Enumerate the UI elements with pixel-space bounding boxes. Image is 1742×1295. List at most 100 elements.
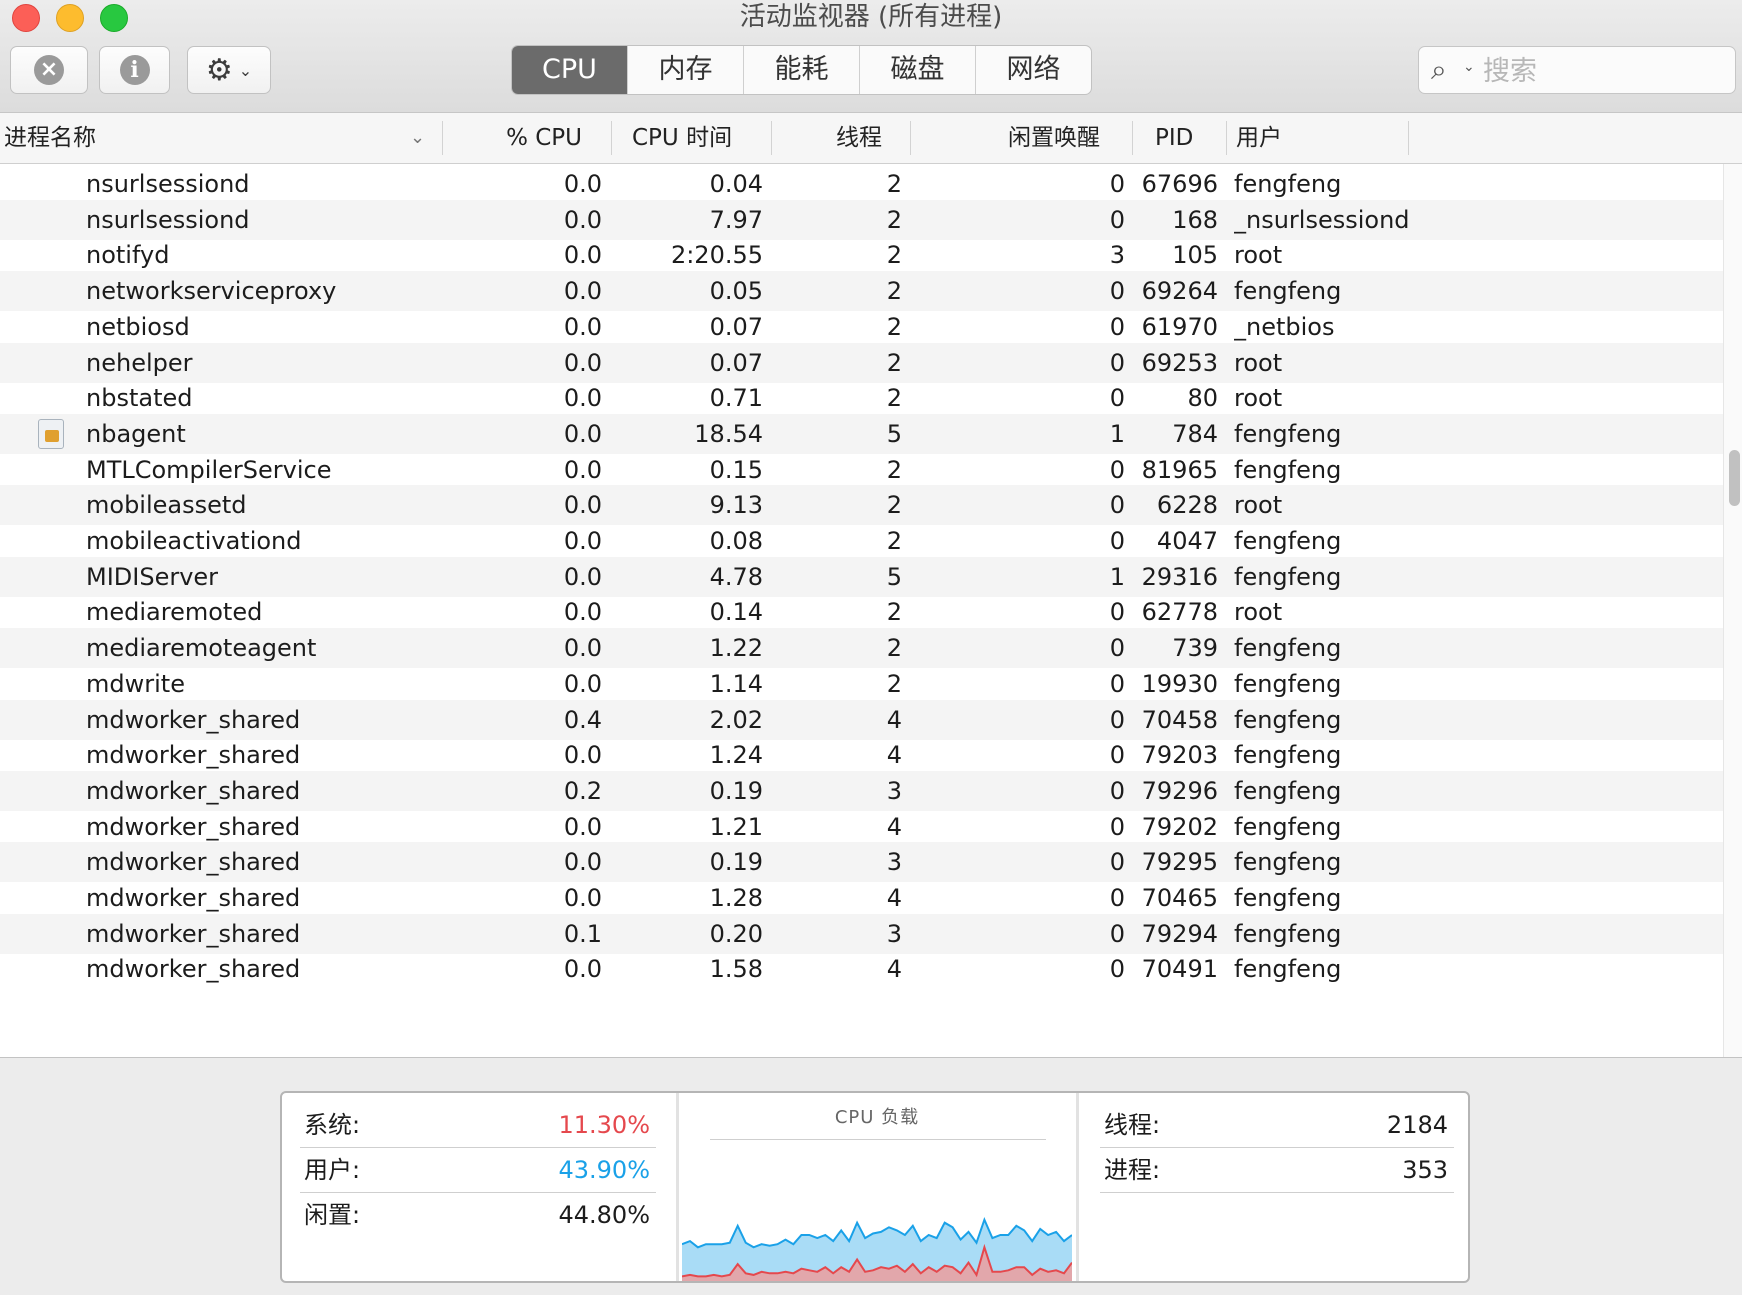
tab-4[interactable]: 网络 — [975, 46, 1091, 94]
column-header-pid[interactable]: PID — [1155, 113, 1215, 163]
user-name: fengfeng — [1234, 634, 1342, 663]
column-separator — [1132, 121, 1133, 155]
idle-stat: 闲置: 44.80% — [300, 1193, 656, 1237]
table-row[interactable]: nbstated 0.0 0.71 2 0 80 root — [0, 378, 1723, 418]
tab-3[interactable]: 磁盘 — [859, 46, 975, 94]
cpu-load-title: CPU 负载 — [834, 1107, 920, 1128]
user-name: fengfeng — [1234, 741, 1342, 770]
column-header-name[interactable]: 进程名称 — [4, 113, 364, 163]
thread-count: 2 — [886, 455, 902, 484]
idle-wakeups: 0 — [1109, 812, 1125, 841]
column-header-user[interactable]: 用户 — [1236, 113, 1386, 163]
table-row[interactable]: mdworker_shared 0.0 1.28 4 0 70465 fengfeng — [0, 878, 1723, 918]
table-row[interactable]: nsurlsessiond 0.0 7.97 2 0 168 _nsurlsessiond — [0, 199, 1723, 240]
column-header-cpu[interactable]: % CPU — [450, 113, 582, 163]
cpu-percent: 0.0 — [563, 312, 602, 341]
tab-2[interactable]: 能耗 — [743, 46, 859, 94]
table-row[interactable]: mdworker_shared 0.0 1.58 4 0 70491 fengfeng — [0, 949, 1723, 989]
user-name: root — [1234, 348, 1283, 377]
user-name: fengfeng — [1234, 419, 1342, 448]
table-row[interactable]: mediaremoteagent 0.0 1.22 2 0 739 fengfeng — [0, 628, 1723, 669]
thread-count: 3 — [886, 776, 902, 805]
process-name: mediaremoted — [86, 598, 263, 627]
column-header-threads[interactable]: 线程 — [780, 113, 882, 163]
search-field[interactable]: ⌕ ⌄ — [1418, 46, 1736, 94]
cpu-percent: 0.0 — [563, 384, 602, 413]
thread-count: 4 — [886, 884, 902, 912]
pid: 105 — [1172, 241, 1218, 270]
idle-wakeups: 1 — [1109, 562, 1125, 591]
cpu-percent: 0.0 — [563, 455, 602, 484]
cpu-percent: 0.0 — [563, 955, 602, 984]
process-name: nbstated — [86, 384, 193, 413]
user-name: _nsurlsessiond — [1234, 205, 1410, 234]
system-label: 系统: — [304, 1111, 361, 1139]
process-name: mdworker_shared — [86, 705, 301, 734]
toolbar: 活动监视器 (所有进程) × i ⚙ ⌄ CPU 内存 能耗 磁盘 网络 ⌕ ⌄ — [0, 0, 1742, 113]
tab-1[interactable]: 内存 — [627, 46, 743, 94]
pid: 19930 — [1141, 669, 1218, 698]
table-row[interactable]: mdworker_shared 0.0 1.24 4 0 79203 fengfeng — [0, 735, 1723, 775]
table-row[interactable]: mdworker_shared 0.1 0.20 3 0 79294 fengfeng — [0, 913, 1723, 954]
table-row[interactable]: mdworker_shared 0.4 2.02 4 0 70458 fengfeng — [0, 699, 1723, 740]
thread-count: 2 — [886, 527, 902, 555]
scrollbar-thumb[interactable] — [1729, 450, 1740, 506]
stop-process-button[interactable]: × — [10, 46, 88, 94]
pid: 70465 — [1141, 884, 1218, 912]
column-header: 进程名称 ⌄ % CPU CPU 时间 线程 闲置唤醒 PID 用户 — [0, 113, 1742, 164]
table-row[interactable]: mobileassetd 0.0 9.13 2 0 6228 root — [0, 485, 1723, 526]
cpu-time: 1.28 — [709, 884, 763, 912]
thread-count: 4 — [886, 705, 902, 734]
table-row[interactable]: mdworker_shared 0.0 1.21 4 0 79202 fengfeng — [0, 807, 1723, 847]
cpu-time: 18.54 — [694, 419, 763, 448]
table-row[interactable]: netbiosd 0.0 0.07 2 0 61970 _netbios — [0, 307, 1723, 347]
idle-wakeups: 0 — [1109, 598, 1125, 627]
table-row[interactable]: mobileactivationd 0.0 0.08 2 0 4047 fengfeng — [0, 521, 1723, 561]
table-row[interactable]: nehelper 0.0 0.07 2 0 69253 root — [0, 342, 1723, 383]
panel-divider — [1076, 1093, 1079, 1281]
table-row[interactable]: MTLCompilerService 0.0 0.15 2 0 81965 fengfeng — [0, 450, 1723, 490]
search-input[interactable] — [1481, 53, 1725, 89]
system-stat: 系统: 11.30% — [300, 1103, 656, 1148]
idle-wakeups: 0 — [1109, 669, 1125, 698]
pid: 784 — [1172, 419, 1218, 448]
column-separator — [771, 121, 772, 155]
table-row[interactable]: mdwrite 0.0 1.14 2 0 19930 fengfeng — [0, 664, 1723, 704]
column-header-idle-wakeups[interactable]: 闲置唤醒 — [915, 113, 1100, 163]
table-row[interactable]: mdworker_shared 0.2 0.19 3 0 79296 fengfeng — [0, 770, 1723, 811]
user-name: fengfeng — [1234, 848, 1342, 877]
idle-wakeups: 0 — [1109, 384, 1125, 413]
pid: 168 — [1172, 205, 1218, 234]
table-row[interactable]: nsurlsessiond 0.0 0.04 2 0 67696 fengfeng — [0, 164, 1723, 204]
table-row[interactable]: nbagent 0.0 18.54 5 1 784 fengfeng — [0, 413, 1723, 454]
thread-count: 2 — [886, 241, 902, 270]
vertical-scrollbar[interactable] — [1723, 164, 1742, 1057]
user-name: fengfeng — [1234, 527, 1342, 555]
table-row[interactable]: networkserviceproxy 0.0 0.05 2 0 69264 fengfen… — [0, 271, 1723, 312]
process-name: mdworker_shared — [86, 776, 301, 805]
sort-chevron-icon[interactable]: ⌄ — [410, 113, 440, 163]
cpu-percent: 0.0 — [563, 491, 602, 520]
user-name: fengfeng — [1234, 884, 1342, 912]
process-name: mdwrite — [86, 669, 185, 698]
user-value: 43.90% — [558, 1156, 650, 1184]
user-label: 用户: — [304, 1156, 361, 1184]
tab-0[interactable]: CPU — [512, 46, 627, 94]
column-header-cpu-time[interactable]: CPU 时间 — [632, 113, 782, 163]
idle-label: 闲置: — [304, 1201, 361, 1229]
inspect-process-button[interactable]: i — [99, 46, 170, 94]
processes-label: 进程: — [1104, 1156, 1161, 1184]
table-row[interactable]: MIDIServer 0.0 4.78 5 1 29316 fengfeng — [0, 556, 1723, 597]
user-name: fengfeng — [1234, 669, 1342, 698]
table-row[interactable]: notifyd 0.0 2:20.55 2 3 105 root — [0, 235, 1723, 275]
process-table[interactable]: nsurlsessiond 0.0 0.04 2 0 67696 fengfeng nsurl… — [0, 164, 1723, 1057]
processes-value: 353 — [1402, 1156, 1448, 1184]
process-name: mdworker_shared — [86, 741, 301, 770]
action-menu-button[interactable]: ⚙ ⌄ — [187, 46, 271, 94]
table-row[interactable]: mediaremoted 0.0 0.14 2 0 62778 root — [0, 592, 1723, 632]
thread-count: 2 — [886, 598, 902, 627]
threads-value: 2184 — [1386, 1111, 1448, 1139]
idle-wakeups: 0 — [1109, 919, 1125, 948]
table-row[interactable]: mdworker_shared 0.0 0.19 3 0 79295 fengfeng — [0, 842, 1723, 883]
cpu-percent: 0.0 — [563, 419, 602, 448]
